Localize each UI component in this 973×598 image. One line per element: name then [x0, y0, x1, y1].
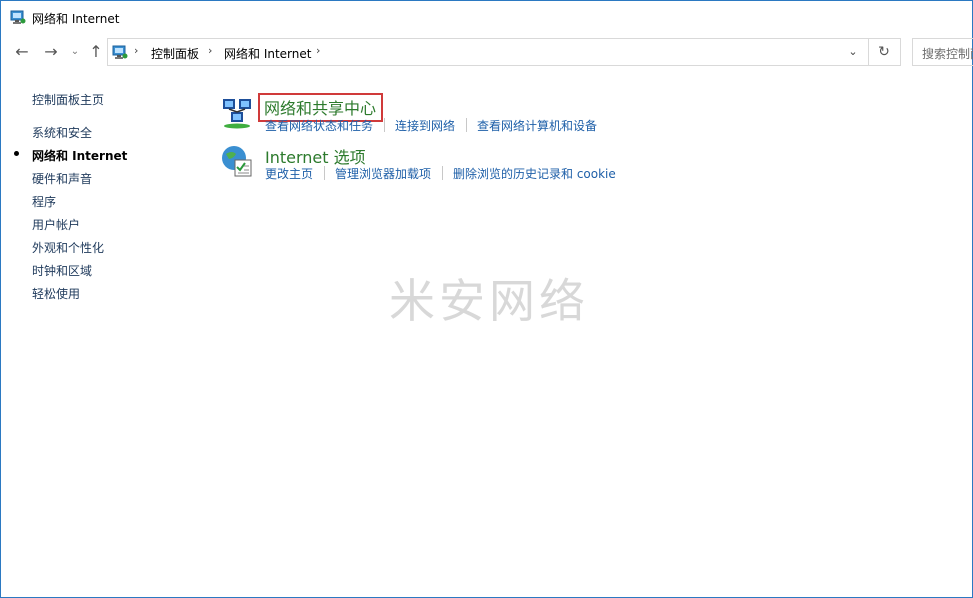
sidebar-item-system-security[interactable]: 系统和安全: [32, 124, 92, 141]
link-divider: [442, 166, 443, 180]
control-panel-icon: [112, 45, 128, 59]
manage-addons-link[interactable]: 管理浏览器加载项: [335, 165, 431, 182]
window-title: 网络和 Internet: [32, 12, 120, 26]
control-panel-icon: [10, 10, 26, 24]
sidebar-item-user-accounts[interactable]: 用户帐户: [32, 216, 80, 233]
up-arrow-icon[interactable]: ↑: [85, 41, 107, 63]
internet-options-icon[interactable]: [220, 144, 254, 178]
recent-locations-chevron-icon[interactable]: ⌄: [64, 41, 86, 63]
network-sharing-icon[interactable]: [220, 96, 254, 130]
search-placeholder: 搜索控制面板: [922, 47, 973, 61]
breadcrumb-network-internet[interactable]: 网络和 Internet: [224, 45, 311, 62]
address-dropdown-icon[interactable]: ⌄: [843, 42, 863, 62]
view-network-status-link[interactable]: 查看网络状态和任务: [265, 117, 373, 134]
sidebar-item-programs[interactable]: 程序: [32, 193, 56, 210]
sidebar-item-clock-region[interactable]: 时钟和区域: [32, 262, 92, 279]
sidebar-item-network-internet: 网络和 Internet: [32, 149, 128, 163]
control-panel-window: 网络和 Internet ← → ⌄ ↑ › 控制面板 › 网络和 Intern…: [0, 0, 973, 598]
view-network-computers-link[interactable]: 查看网络计算机和设备: [477, 117, 597, 134]
change-homepage-link[interactable]: 更改主页: [265, 165, 313, 182]
delete-browsing-history-link[interactable]: 删除浏览的历史记录和 cookie: [453, 165, 616, 182]
breadcrumb-separator-icon[interactable]: ›: [208, 44, 212, 57]
breadcrumb-separator-icon[interactable]: ›: [134, 44, 138, 57]
breadcrumb-separator-icon[interactable]: ›: [316, 44, 320, 57]
back-arrow-icon[interactable]: ←: [11, 41, 33, 63]
forward-arrow-icon[interactable]: →: [40, 41, 62, 63]
navigation-bar: ← → ⌄ ↑ › 控制面板 › 网络和 Internet › ⌄ ↻ 搜索控制…: [1, 37, 973, 69]
connect-to-network-link[interactable]: 连接到网络: [395, 117, 455, 134]
sidebar-item-appearance[interactable]: 外观和个性化: [32, 239, 104, 256]
breadcrumb-control-panel[interactable]: 控制面板: [151, 45, 199, 62]
refresh-icon[interactable]: ↻: [868, 39, 899, 65]
search-input[interactable]: 搜索控制面板: [912, 38, 973, 66]
current-item-bullet-icon: [14, 151, 19, 156]
sidebar-item-home[interactable]: 控制面板主页: [32, 91, 104, 108]
title-bar: 网络和 Internet: [1, 1, 972, 33]
address-bar[interactable]: › 控制面板 › 网络和 Internet › ⌄ ↻: [107, 38, 901, 66]
link-divider: [384, 118, 385, 132]
sidebar-item-hardware-sound[interactable]: 硬件和声音: [32, 170, 92, 187]
sidebar-item-ease-of-access[interactable]: 轻松使用: [32, 285, 80, 302]
link-divider: [324, 166, 325, 180]
watermark-text: 米安网络: [389, 274, 589, 328]
link-divider: [466, 118, 467, 132]
